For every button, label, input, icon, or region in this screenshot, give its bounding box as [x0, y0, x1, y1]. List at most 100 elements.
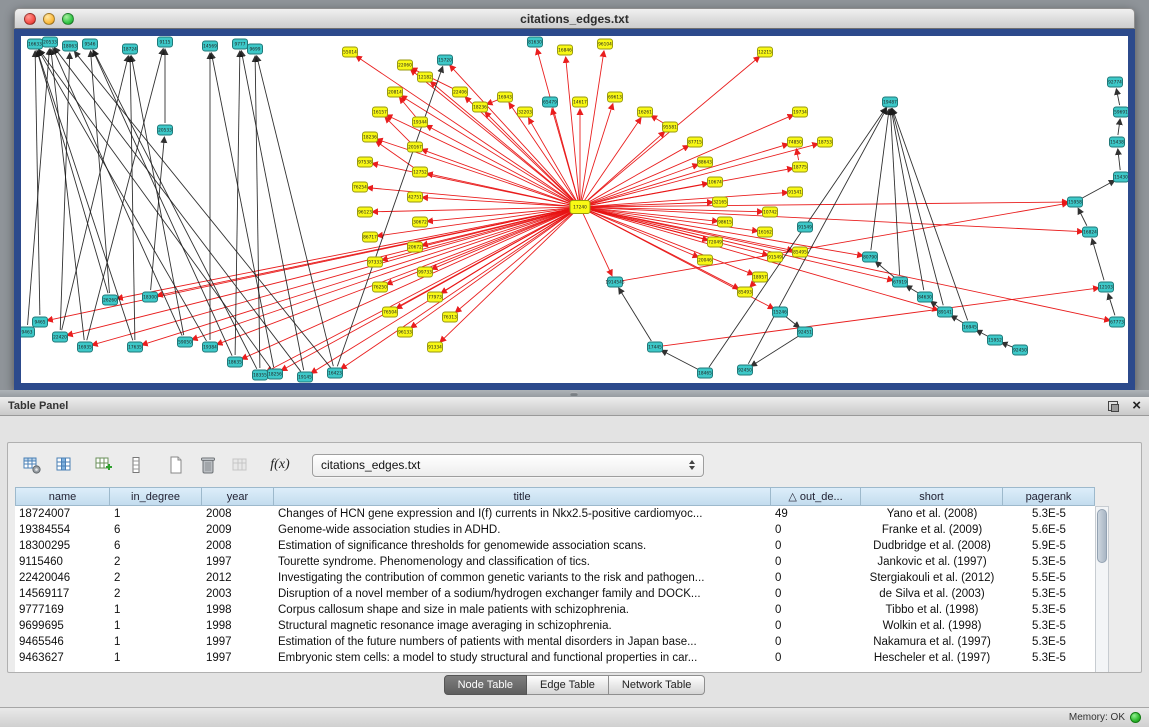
graph-node[interactable]: 96104 — [598, 39, 613, 49]
table-cell[interactable]: Estimation of the future numbers of pati… — [274, 634, 771, 650]
graph-edge[interactable] — [130, 56, 135, 340]
graph-node[interactable]: 10674 — [708, 177, 723, 187]
graph-edge[interactable] — [583, 213, 612, 275]
graph-edge[interactable] — [585, 132, 665, 203]
table-cell[interactable]: 5.3E-5 — [1003, 602, 1095, 618]
graph-node[interactable]: 18300 — [143, 292, 158, 302]
graph-node[interactable]: 77973 — [428, 292, 443, 302]
table-cell[interactable]: 2008 — [202, 506, 274, 522]
graph-node[interactable]: 9546 — [83, 39, 98, 49]
graph-node[interactable]: 30672 — [413, 217, 428, 227]
table-row[interactable]: 1938455462009Genome-wide association stu… — [15, 522, 1095, 538]
table-cell[interactable]: 5.3E-5 — [1003, 554, 1095, 570]
graph-edge[interactable] — [486, 100, 498, 105]
graph-node[interactable]: 85495 — [793, 247, 808, 257]
table-cell[interactable]: 1997 — [202, 554, 274, 570]
table-cell[interactable]: 1 — [110, 650, 202, 666]
graph-node[interactable]: 22420 — [53, 332, 68, 342]
graph-edge[interactable] — [951, 316, 964, 324]
graph-edge[interactable] — [892, 109, 967, 321]
graph-edge[interactable] — [74, 51, 330, 367]
table-cell[interactable]: 5.3E-5 — [1003, 650, 1095, 666]
graph-node[interactable]: 20672 — [408, 242, 423, 252]
graph-node[interactable]: 16943 — [498, 92, 513, 102]
graph-node[interactable]: 91549 — [768, 252, 783, 262]
graph-edge[interactable] — [255, 56, 260, 368]
graph-node[interactable]: 17635 — [128, 342, 143, 352]
graph-edge[interactable] — [356, 56, 574, 203]
table-cell[interactable]: 2009 — [202, 522, 274, 538]
graph-node[interactable]: 9777 — [233, 39, 248, 49]
table-cell[interactable]: 1997 — [202, 634, 274, 650]
column-header-pagerank[interactable]: pagerank — [1003, 487, 1095, 506]
table-row[interactable]: 1830029562008Estimation of significance … — [15, 538, 1095, 554]
column-header-title[interactable]: title — [274, 487, 771, 506]
column-header-in_degree[interactable]: in_degree — [110, 487, 202, 506]
graph-edge[interactable] — [217, 209, 574, 344]
table-cell[interactable]: 1 — [110, 634, 202, 650]
graph-node[interactable]: 91334 — [428, 342, 443, 352]
graph-node[interactable]: 12182 — [418, 72, 433, 82]
graph-node[interactable]: 97538 — [358, 157, 373, 167]
graph-node[interactable]: 15958 — [1068, 197, 1083, 207]
graph-node[interactable]: 18957 — [753, 272, 768, 282]
column-header-name[interactable]: name — [15, 487, 110, 506]
graph-node[interactable]: 14617 — [573, 97, 588, 107]
table-cell[interactable]: 0 — [771, 554, 861, 570]
graph-node[interactable]: 14569 — [203, 41, 218, 51]
graph-edge[interactable] — [875, 261, 894, 277]
table-cell[interactable]: 2012 — [202, 570, 274, 586]
table-row[interactable]: 946362711997Embryonic stem cells: a mode… — [15, 650, 1095, 666]
graph-node[interactable]: 15438 — [1110, 137, 1125, 147]
graph-edge[interactable] — [1116, 89, 1119, 105]
graph-edge[interactable] — [367, 188, 573, 207]
tab-edge-table[interactable]: Edge Table — [527, 675, 609, 695]
graph-node[interactable]: 20046 — [698, 255, 713, 265]
graph-edge[interactable] — [750, 282, 755, 287]
graph-node[interactable]: 16935 — [78, 342, 93, 352]
graph-node[interactable]: 32203 — [518, 107, 533, 117]
network-canvas[interactable]: 1724020814161571823697538762549612386717… — [14, 29, 1135, 390]
table-cell[interactable]: Franke et al. (2009) — [861, 522, 1003, 538]
table-cell[interactable]: 2 — [110, 586, 202, 602]
graph-node[interactable]: 18465 — [698, 368, 713, 378]
graph-node[interactable]: 16945 — [963, 322, 978, 332]
zoom-window-button[interactable] — [62, 13, 74, 25]
graph-node[interactable]: 20533 — [43, 37, 58, 47]
graph-edge[interactable] — [372, 207, 573, 212]
graph-node[interactable]: 92774 — [1108, 77, 1123, 87]
graph-node[interactable]: 80790 — [863, 252, 878, 262]
graph-edge[interactable] — [1118, 119, 1120, 135]
table-cell[interactable]: 0 — [771, 522, 861, 538]
graph-node[interactable]: 16157 — [373, 107, 388, 117]
graph-node[interactable]: 12215 — [758, 47, 773, 57]
graph-node[interactable]: 88643 — [698, 157, 713, 167]
tab-node-table[interactable]: Node Table — [444, 675, 527, 695]
graph-node[interactable]: 1914545 — [605, 277, 624, 287]
table-cell[interactable]: Wolkin et al. (1998) — [861, 618, 1003, 634]
column-header-short[interactable]: short — [861, 487, 1003, 506]
table-cell[interactable]: 5.6E-5 — [1003, 522, 1095, 538]
table-cell[interactable]: Changes of HCN gene expression and I(f) … — [274, 506, 771, 522]
graph-edge[interactable] — [257, 56, 334, 366]
table-cell[interactable]: 1997 — [202, 650, 274, 666]
graph-edge[interactable] — [871, 109, 889, 250]
graph-node[interactable]: 69613 — [608, 92, 623, 102]
close-window-button[interactable] — [24, 13, 36, 25]
table-cell[interactable]: 22420046 — [15, 570, 110, 586]
graph-node[interactable]: 16261 — [638, 107, 653, 117]
graph-edge[interactable] — [587, 209, 939, 310]
table-cell[interactable]: 5.3E-5 — [1003, 634, 1095, 650]
graph-node[interactable]: 22406 — [453, 87, 468, 97]
graph-edge[interactable] — [587, 164, 699, 204]
network-graph[interactable]: 1724020814161571823697538762549612386717… — [21, 36, 1128, 383]
graph-node[interactable]: 16162 — [758, 227, 773, 237]
new-column-icon[interactable] — [90, 451, 118, 479]
graph-node[interactable]: 32165 — [713, 197, 728, 207]
graph-edge[interactable] — [661, 350, 699, 370]
minimize-window-button[interactable] — [43, 13, 55, 25]
graph-node[interactable]: 96133 — [398, 327, 413, 337]
delete-table-icon[interactable] — [194, 451, 222, 479]
graph-node[interactable]: 95581 — [663, 122, 678, 132]
graph-node[interactable]: 20814 — [388, 87, 403, 97]
